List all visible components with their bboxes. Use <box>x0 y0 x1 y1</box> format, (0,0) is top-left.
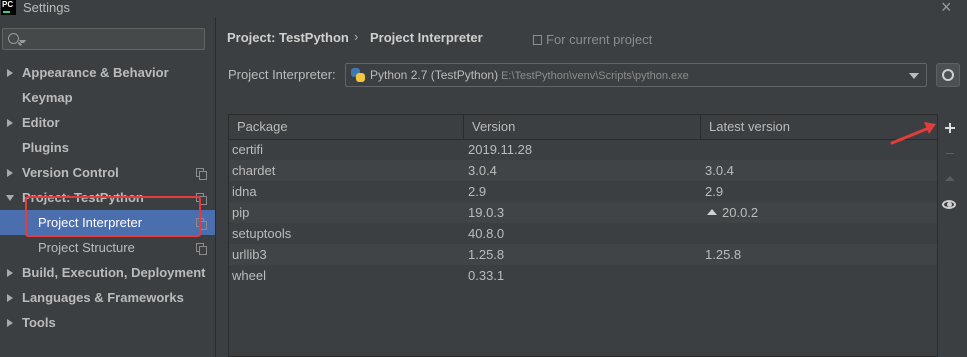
show-early-releases-button[interactable] <box>938 193 962 217</box>
interpreter-select[interactable]: Python 2.7 (TestPython) E:\TestPython\ven… <box>345 63 927 87</box>
expand-arrow-icon[interactable] <box>7 294 13 302</box>
sidebar-item-label: Keymap <box>22 90 73 105</box>
cell-latest <box>702 265 705 286</box>
cell-latest-value: 20.0.2 <box>722 205 759 220</box>
expand-arrow-icon[interactable] <box>7 69 13 77</box>
sidebar-item-label: Version Control <box>22 165 119 180</box>
interpreter-name: Python 2.7 (TestPython) <box>370 68 499 82</box>
scope-note: For current project <box>533 32 652 47</box>
gear-icon <box>940 67 956 83</box>
sidebar-item-label: Languages & Frameworks <box>22 290 184 305</box>
sidebar-item-label: Project Structure <box>38 240 135 255</box>
cell-package: chardet <box>232 163 276 178</box>
window-title: Settings <box>23 0 70 15</box>
sidebar-item-tools[interactable]: Tools <box>0 310 215 335</box>
sidebar-item-build[interactable]: Build, Execution, Deployment <box>0 260 215 285</box>
cell-latest <box>702 223 705 244</box>
settings-search-input[interactable] <box>2 28 205 50</box>
cell-package: certifi <box>232 142 264 157</box>
breadcrumb-project: Project: TestPython <box>227 30 349 45</box>
cell-package: wheel <box>232 268 266 283</box>
table-row[interactable]: pip 19.0.3 20.0.2 <box>229 202 937 223</box>
upgrade-package-button[interactable] <box>938 167 962 191</box>
interpreter-selected-value: Python 2.7 (TestPython) E:\TestPython\ven… <box>370 68 689 82</box>
project-scope-icon <box>533 35 542 45</box>
sidebar-item-keymap[interactable]: Keymap <box>0 85 215 110</box>
breadcrumb-separator: › <box>354 29 359 44</box>
packages-toolbar <box>938 114 967 357</box>
cell-package: idna <box>232 184 257 199</box>
table-row[interactable]: chardet 3.0.4 3.0.4 <box>229 160 937 181</box>
cell-version: 0.33.1 <box>468 268 505 283</box>
interpreter-label: Project Interpreter: <box>228 67 336 82</box>
project-scope-icon <box>196 168 207 180</box>
title-bar: PC Settings × <box>0 0 967 17</box>
cell-version: 40.8.0 <box>468 226 505 241</box>
sidebar-item-appearance[interactable]: Appearance & Behavior <box>0 60 215 85</box>
search-history-caret-icon[interactable] <box>19 40 26 43</box>
project-scope-icon <box>196 243 207 255</box>
sidebar-item-version-control[interactable]: Version Control <box>0 160 215 185</box>
table-row[interactable]: wheel 0.33.1 <box>229 265 937 286</box>
add-package-button[interactable] <box>938 116 962 140</box>
cell-latest: 1.25.8 <box>705 247 742 262</box>
table-row[interactable]: urllib3 1.25.8 1.25.8 <box>229 244 937 265</box>
sidebar-item-project-structure[interactable]: Project Structure <box>0 235 215 260</box>
column-header-version[interactable]: Version <box>464 115 701 139</box>
annotation-arrow <box>890 122 936 145</box>
column-header-package[interactable]: Package <box>229 115 464 139</box>
pycharm-app-icon: PC <box>1 0 16 15</box>
sidebar-item-label: Build, Execution, Deployment <box>22 265 206 280</box>
close-icon[interactable]: × <box>941 0 952 17</box>
expand-arrow-icon[interactable] <box>7 319 13 327</box>
packages-table: Package Version Latest version certifi 2… <box>228 114 938 357</box>
page-title: Project Interpreter <box>370 30 483 45</box>
cell-latest: 2.9 <box>705 184 724 199</box>
cell-version: 19.0.3 <box>468 205 505 220</box>
chevron-down-icon[interactable] <box>909 73 919 79</box>
sidebar-item-plugins[interactable]: Plugins <box>0 135 215 160</box>
cell-latest: 3.0.4 <box>705 163 734 178</box>
table-row[interactable]: setuptools 40.8.0 <box>229 223 937 244</box>
cell-latest: 20.0.2 <box>702 202 758 223</box>
cell-package: urllib3 <box>232 247 267 262</box>
search-icon <box>8 33 19 44</box>
expand-arrow-icon[interactable] <box>7 119 13 127</box>
sidebar-item-label: Editor <box>22 115 60 130</box>
table-row[interactable]: certifi 2019.11.28 <box>229 139 937 160</box>
scope-note-text: For current project <box>546 32 653 47</box>
cell-latest <box>702 139 705 160</box>
collapse-arrow-icon[interactable] <box>6 195 14 201</box>
sidebar-item-editor[interactable]: Editor <box>0 110 215 135</box>
cell-version: 2.9 <box>468 184 487 199</box>
table-row[interactable]: idna 2.9 2.9 <box>229 181 937 202</box>
interpreter-path: E:\TestPython\venv\Scripts\python.exe <box>501 70 689 82</box>
interpreter-settings-button[interactable] <box>936 63 960 87</box>
upgrade-available-icon <box>707 209 717 215</box>
sidebar-item-label: Tools <box>22 315 56 330</box>
cell-package: pip <box>232 205 250 220</box>
settings-sidebar: Appearance & Behavior Keymap Editor Plug… <box>0 17 215 357</box>
panel-divider <box>215 17 216 357</box>
expand-arrow-icon[interactable] <box>7 269 13 277</box>
sidebar-item-label: Plugins <box>22 140 69 155</box>
python-icon <box>351 68 365 82</box>
remove-package-button[interactable] <box>938 142 962 166</box>
cell-version: 2019.11.28 <box>468 142 533 157</box>
cell-package: setuptools <box>232 226 292 241</box>
sidebar-item-languages[interactable]: Languages & Frameworks <box>0 285 215 310</box>
annotation-highlight-box <box>25 196 201 237</box>
expand-arrow-icon[interactable] <box>7 169 13 177</box>
sidebar-item-label: Appearance & Behavior <box>22 65 169 80</box>
app-icon-text: PC <box>2 0 14 9</box>
cell-version: 3.0.4 <box>468 163 497 178</box>
cell-version: 1.25.8 <box>468 247 505 262</box>
table-header: Package Version Latest version <box>229 115 937 140</box>
